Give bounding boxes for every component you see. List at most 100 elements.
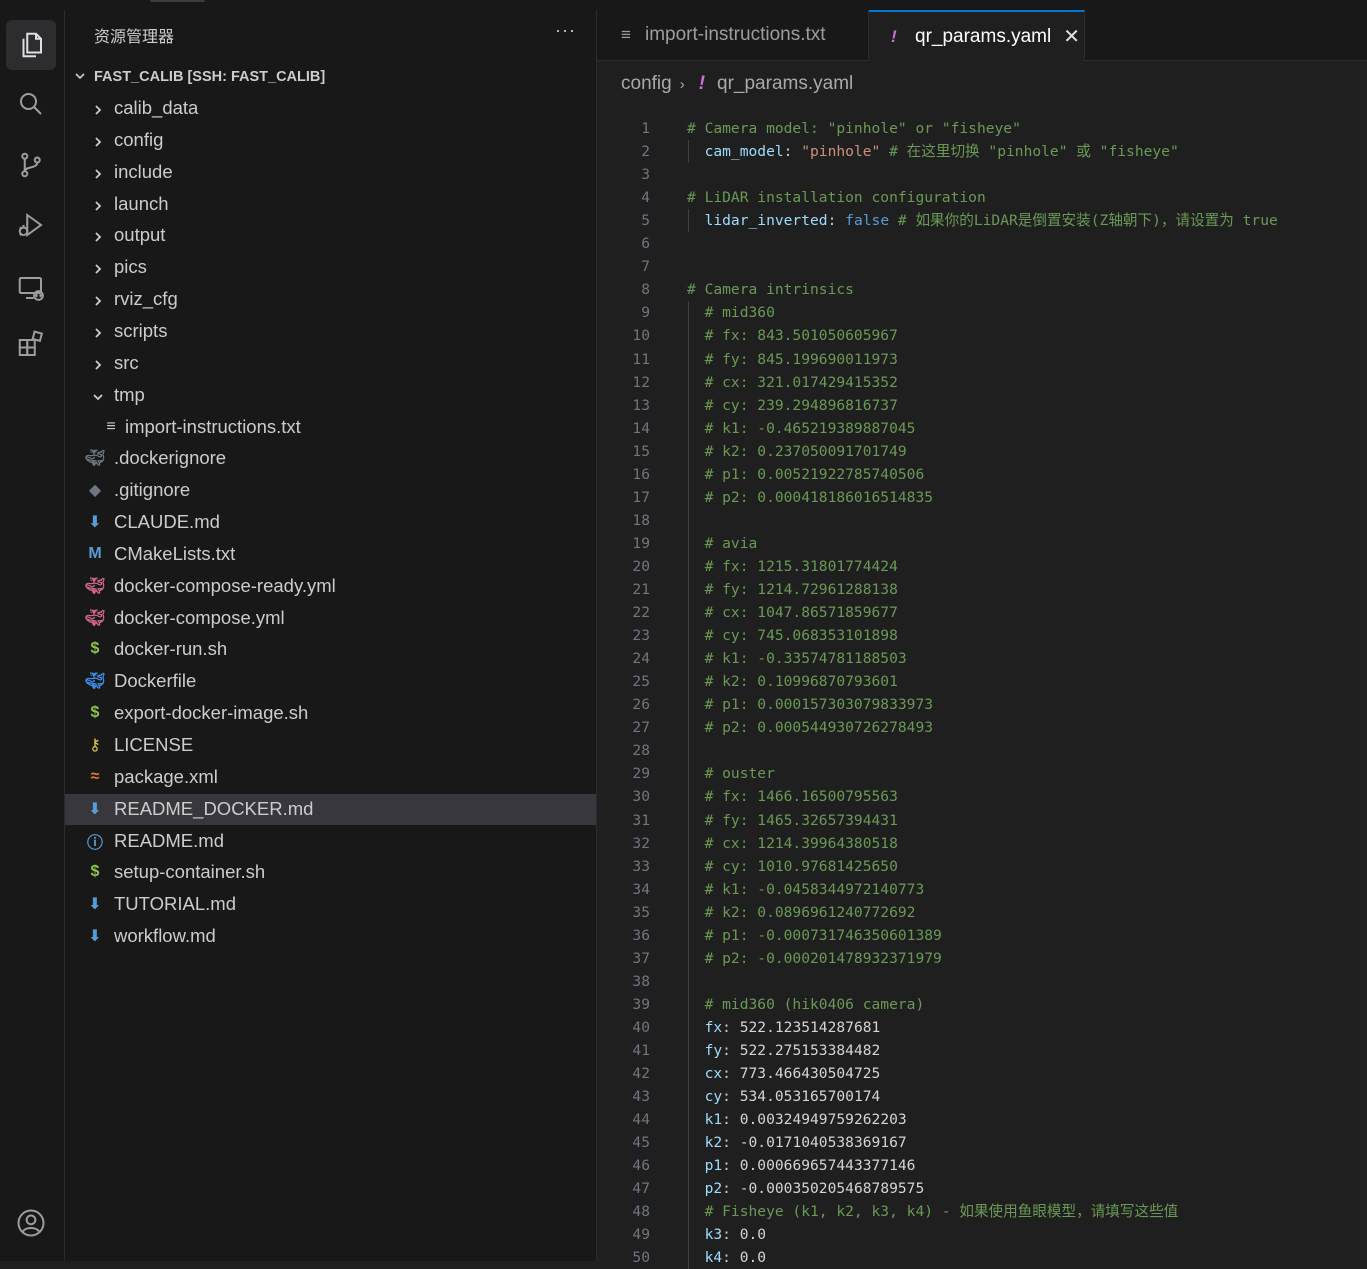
- code-line: 2 cam_model: "pinhole" # 在这里切换 "pinhole"…: [597, 140, 1367, 163]
- tree-item[interactable]: tmp: [65, 380, 596, 411]
- line-number: 10: [632, 327, 650, 345]
- close-icon[interactable]: ✕: [1063, 24, 1080, 49]
- code-token: # cy: 239.294896816737: [687, 396, 898, 414]
- code-line: 45 k2: -0.0171040538369167: [597, 1131, 1367, 1154]
- code-text: # cy: 1010.97681425650: [687, 855, 898, 878]
- line-number: 35: [632, 903, 650, 921]
- tree-item[interactable]: ⚷ LICENSE: [65, 730, 596, 761]
- line-number: 17: [632, 488, 650, 506]
- line-number: 24: [632, 650, 650, 668]
- tree-item[interactable]: ⓘ README.md: [65, 826, 596, 857]
- line-number: 2: [641, 143, 650, 161]
- line-number: 46: [632, 1157, 650, 1175]
- tree-item[interactable]: config: [65, 125, 596, 156]
- code-line: 50 k4: 0.0: [597, 1246, 1367, 1269]
- tree-item[interactable]: output: [65, 220, 596, 251]
- search-icon[interactable]: [6, 79, 56, 129]
- tree-item[interactable]: M CMakeLists.txt: [65, 539, 596, 570]
- tree-item[interactable]: $ setup-container.sh: [65, 857, 596, 888]
- code-token: k1: [687, 1111, 723, 1129]
- code-text: # mid360 (hik0406 camera): [687, 993, 925, 1016]
- tab-bar: ≡ import-instructions.txt ! qr_params.ya…: [597, 10, 1367, 61]
- breadcrumb-file[interactable]: qr_params.yaml: [717, 73, 853, 95]
- tree-item[interactable]: pics: [65, 252, 596, 283]
- tree-item[interactable]: ⬇ README_DOCKER.md: [65, 793, 596, 825]
- workspace-root-label: FAST_CALIB [SSH: FAST_CALIB]: [94, 69, 326, 85]
- code-token: # 如果你的LiDAR是倒置安装(Z轴朝下)，请设置为 true: [889, 212, 1278, 230]
- explorer-icon[interactable]: [6, 20, 56, 70]
- line-number: 33: [632, 857, 650, 875]
- source-control-icon[interactable]: [6, 140, 56, 190]
- tree-item[interactable]: ≈ package.xml: [65, 762, 596, 793]
- code-text: # fy: 1465.32657394431: [687, 809, 898, 832]
- tree-item[interactable]: ⬇ CLAUDE.md: [65, 507, 596, 538]
- tree-item-label: LICENSE: [114, 734, 194, 755]
- tree-item-label: docker-run.sh: [114, 638, 228, 660]
- code-line: 34 # k1: -0.0458344972140773: [597, 878, 1367, 901]
- tree-item[interactable]: ⬇ workflow.md: [65, 921, 596, 952]
- code-text: fy: 522.275153384482: [687, 1039, 881, 1062]
- chevron-right-icon: [92, 355, 104, 370]
- line-number: 50: [632, 1249, 650, 1267]
- code-token: # p1: 0.000157303079833973: [687, 696, 934, 714]
- line-number: 21: [632, 581, 650, 598]
- markdown-icon: ⬇: [88, 514, 102, 532]
- indent-guide: [688, 209, 689, 233]
- text-file-icon: ≡: [621, 25, 631, 44]
- tree-item[interactable]: 🐳︎ docker-compose.yml: [65, 603, 596, 634]
- line-number: 1: [641, 120, 650, 137]
- account-icon[interactable]: [6, 1198, 56, 1248]
- markdown-icon: ⬇: [88, 928, 102, 946]
- run-debug-icon[interactable]: [6, 200, 56, 250]
- tree-item[interactable]: 🐳︎ .dockerignore: [65, 443, 596, 474]
- code-editor[interactable]: 1 # Camera model: "pinhole" or "fisheye" 2…: [597, 107, 1367, 1269]
- code-text: # cx: 1047.86571859677: [687, 601, 898, 624]
- line-number: 12: [632, 373, 650, 391]
- code-line: 6: [597, 232, 1367, 255]
- tree-item[interactable]: ◆ .gitignore: [65, 475, 596, 506]
- tree-item[interactable]: 🐳︎ docker-compose-ready.yml: [65, 571, 596, 602]
- license-icon: ⚷: [89, 737, 101, 754]
- tree-item-label: tmp: [114, 383, 145, 405]
- line-number: 20: [632, 557, 650, 575]
- workspace-root[interactable]: FAST_CALIB [SSH: FAST_CALIB]: [65, 66, 596, 88]
- code-token: # k1: -0.33574781188503: [687, 650, 907, 668]
- code-token: cy: [687, 1088, 723, 1106]
- line-number: 7: [641, 258, 650, 276]
- line-number: 40: [632, 1018, 650, 1036]
- remote-explorer-icon[interactable]: [6, 263, 56, 313]
- tree-item[interactable]: $ docker-run.sh: [65, 634, 596, 665]
- tree-item[interactable]: include: [65, 157, 596, 188]
- tree-item[interactable]: scripts: [65, 316, 596, 347]
- tree-item-label: workflow.md: [114, 925, 216, 947]
- tree-item[interactable]: rviz_cfg: [65, 284, 596, 315]
- tree-item[interactable]: 🐳︎ Dockerfile: [65, 666, 596, 697]
- code-token: :: [722, 1065, 740, 1083]
- tree-item[interactable]: calib_data: [65, 93, 596, 124]
- code-line: 37 # p2: -0.000201478932371979: [597, 947, 1367, 970]
- tab-import-instructions[interactable]: ≡ import-instructions.txt: [597, 10, 869, 60]
- tab-label: import-instructions.txt: [645, 24, 826, 45]
- chevron-down-icon: [92, 387, 104, 401]
- code-token: :: [722, 1180, 740, 1198]
- code-token: # cx: 1214.39964380518: [687, 834, 898, 852]
- chevron-down-icon: [74, 70, 88, 85]
- extensions-icon[interactable]: [6, 320, 56, 370]
- code-line: 4 # LiDAR installation configuration: [597, 186, 1367, 209]
- tree-item[interactable]: ⬇ TUTORIAL.md: [65, 889, 596, 920]
- docker-compose-icon: 🐳︎: [84, 609, 106, 627]
- code-text: # ouster: [687, 762, 775, 785]
- breadcrumb-folder[interactable]: config: [621, 73, 672, 95]
- tree-item[interactable]: launch: [65, 189, 596, 220]
- line-number: 49: [632, 1226, 650, 1244]
- tree-item[interactable]: src: [65, 348, 596, 379]
- more-actions-button[interactable]: ···: [555, 20, 576, 41]
- code-token: k3: [687, 1226, 723, 1244]
- tab-qr-params[interactable]: ! qr_params.yaml ✕: [869, 10, 1085, 61]
- shell-icon: $: [90, 863, 100, 881]
- tree-item[interactable]: $ export-docker-image.sh: [65, 698, 596, 729]
- tree-item[interactable]: ≡ import-instructions.txt: [65, 412, 596, 443]
- tree-item-label: output: [114, 224, 166, 246]
- code-token: 522.123514287681: [739, 1018, 881, 1036]
- line-number: 39: [632, 995, 650, 1013]
